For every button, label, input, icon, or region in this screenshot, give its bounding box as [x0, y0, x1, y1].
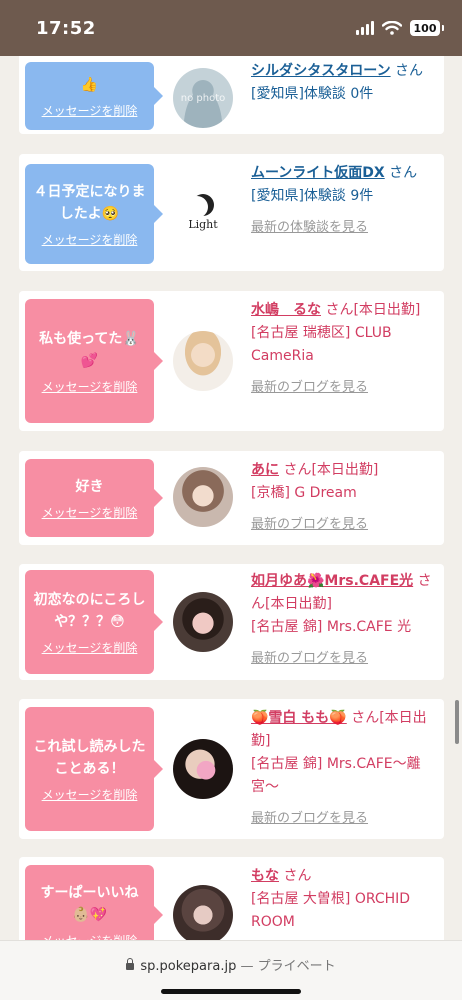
- cellular-signal-icon: [356, 21, 374, 35]
- message-text: 私も使ってた🐰💕: [39, 330, 140, 369]
- url-domain: sp.pokepara.jp: [140, 959, 237, 974]
- message-text: 初恋なのにころしや？？？😳: [33, 591, 146, 630]
- area-info: [名古屋 錦] Mrs.CAFE〜離宮〜: [251, 756, 421, 795]
- delete-message-link[interactable]: メッセージを削除: [42, 786, 138, 803]
- url-display[interactable]: sp.pokepara.jp — プライベート: [0, 955, 462, 974]
- area-info: [名古屋 大曽根] ORCHID ROOM: [251, 891, 411, 930]
- name-suffix: さん: [279, 868, 312, 884]
- girl-avatar[interactable]: [173, 331, 233, 391]
- area-info: [愛知県]体験談 9件: [251, 188, 374, 204]
- message-bubble: 私も使ってた🐰💕 メッセージを削除: [25, 299, 163, 423]
- delete-message-link[interactable]: メッセージを削除: [42, 102, 138, 119]
- delete-message-link[interactable]: メッセージを削除: [42, 378, 138, 395]
- latest-review-link[interactable]: 最新の体験談を見る: [251, 216, 439, 239]
- name-suffix: さん[本日出勤]: [321, 302, 421, 318]
- card-info: 如月ゆあ🌺Mrs.CAFE光 さん[本日出勤] [名古屋 錦] Mrs.CAFE…: [251, 570, 439, 670]
- message-card: ４日予定になりましたよ🥺 メッセージを削除 Light ムーンライト仮面DX さ…: [19, 154, 444, 271]
- area-info: [名古屋 瑞穂区] CLUB CameRia: [251, 325, 392, 364]
- girl-avatar[interactable]: [173, 592, 233, 652]
- delete-message-link[interactable]: メッセージを削除: [42, 639, 138, 656]
- latest-blog-link[interactable]: 最新のブログを見る: [251, 647, 439, 670]
- home-indicator[interactable]: [161, 989, 301, 994]
- delete-message-link[interactable]: メッセージを削除: [42, 231, 138, 248]
- card-info: あに さん[本日出勤] [京橋] G Dream 最新のブログを見る: [251, 459, 439, 536]
- message-card: これ試し読みしたことある！ メッセージを削除 🍑雪白 もも🍑 さん[本日出勤] …: [19, 699, 444, 839]
- area-info: [京橋] G Dream: [251, 485, 357, 501]
- message-bubble: 好き メッセージを削除: [25, 459, 163, 537]
- girl-avatar[interactable]: [173, 467, 233, 527]
- url-separator: —: [236, 959, 258, 974]
- latest-blog-link[interactable]: 最新のブログを見る: [251, 807, 439, 830]
- user-name-link[interactable]: 如月ゆあ🌺Mrs.CAFE光: [251, 573, 413, 589]
- message-card: すーぱーいいね👶🏼💖 メッセージを削除 もな さん [名古屋 大曽根] ORCH…: [19, 857, 444, 940]
- girl-avatar[interactable]: [173, 739, 233, 799]
- name-suffix: さん: [384, 165, 418, 181]
- status-time: 17:52: [36, 18, 96, 39]
- latest-blog-link[interactable]: 最新のブログを見る: [251, 376, 439, 399]
- light-logo-text: Light: [188, 217, 218, 231]
- message-bubble: ４日予定になりましたよ🥺 メッセージを削除: [25, 164, 163, 264]
- user-name-link[interactable]: シルダシタスタローン: [251, 63, 391, 79]
- message-text: すーぱーいいね👶🏼💖: [40, 884, 139, 923]
- user-name-link[interactable]: あに: [251, 462, 279, 478]
- message-text: ４日予定になりましたよ🥺: [33, 183, 146, 222]
- moon-logo-icon: [192, 194, 214, 216]
- card-info: シルダシタスタローン さん [愛知県]体験談 0件: [251, 60, 439, 106]
- card-info: 水嶋 るな さん[本日出勤] [名古屋 瑞穂区] CLUB CameRia 最新…: [251, 299, 439, 399]
- user-name-link[interactable]: 水嶋 るな: [251, 302, 321, 318]
- message-text: 👍: [80, 76, 99, 93]
- girl-avatar[interactable]: [173, 885, 233, 940]
- no-photo-avatar[interactable]: no photo: [173, 68, 233, 128]
- message-bubble: すーぱーいいね👶🏼💖 メッセージを削除: [25, 865, 163, 941]
- user-name-link[interactable]: ムーンライト仮面DX: [251, 165, 385, 181]
- user-name-link[interactable]: もな: [251, 868, 279, 884]
- no-photo-label: no photo: [180, 92, 226, 104]
- private-mode-label: プライベート: [257, 959, 336, 974]
- area-info: [愛知県]体験談 0件: [251, 86, 374, 102]
- browser-address-bar[interactable]: sp.pokepara.jp — プライベート: [0, 940, 462, 1000]
- card-info: 🍑雪白 もも🍑 さん[本日出勤] [名古屋 錦] Mrs.CAFE〜離宮〜 最新…: [251, 707, 439, 830]
- delete-message-link[interactable]: メッセージを削除: [42, 504, 138, 521]
- message-card: 私も使ってた🐰💕 メッセージを削除 水嶋 るな さん[本日出勤] [名古屋 瑞穂…: [19, 291, 444, 431]
- light-shop-logo[interactable]: Light: [173, 182, 233, 242]
- message-text: 好き: [75, 478, 104, 495]
- user-name-link[interactable]: 🍑雪白 もも🍑: [251, 710, 347, 726]
- name-suffix: さん: [390, 63, 424, 79]
- latest-blog-link[interactable]: 最新のブログを見る: [251, 513, 439, 536]
- status-icons: 100: [356, 20, 444, 36]
- status-bar: 17:52 100: [0, 0, 462, 56]
- message-bubble: これ試し読みしたことある！ メッセージを削除: [25, 707, 163, 831]
- message-bubble: 初恋なのにころしや？？？😳 メッセージを削除: [25, 570, 163, 674]
- lock-icon: [126, 958, 135, 970]
- message-card: 👍 メッセージを削除 no photo シルダシタスタローン さん [愛知県]体…: [19, 56, 444, 134]
- area-info: [名古屋 錦] Mrs.CAFE 光: [251, 619, 412, 635]
- message-feed[interactable]: 👍 メッセージを削除 no photo シルダシタスタローン さん [愛知県]体…: [0, 56, 462, 940]
- card-info: ムーンライト仮面DX さん [愛知県]体験談 9件 最新の体験談を見る: [251, 162, 439, 239]
- message-bubble: 👍 メッセージを削除: [25, 62, 163, 130]
- message-card: 初恋なのにころしや？？？😳 メッセージを削除 如月ゆあ🌺Mrs.CAFE光 さん…: [19, 564, 444, 680]
- battery-icon: 100: [410, 20, 444, 36]
- card-info: もな さん [名古屋 大曽根] ORCHID ROOM: [251, 865, 439, 934]
- message-card: 好き メッセージを削除 あに さん[本日出勤] [京橋] G Dream 最新の…: [19, 451, 444, 545]
- wifi-icon: [382, 21, 402, 35]
- name-suffix: さん[本日出勤]: [279, 462, 379, 478]
- delete-message-link[interactable]: メッセージを削除: [42, 932, 138, 941]
- scrollbar[interactable]: [455, 700, 459, 744]
- message-text: これ試し読みしたことある！: [33, 738, 146, 777]
